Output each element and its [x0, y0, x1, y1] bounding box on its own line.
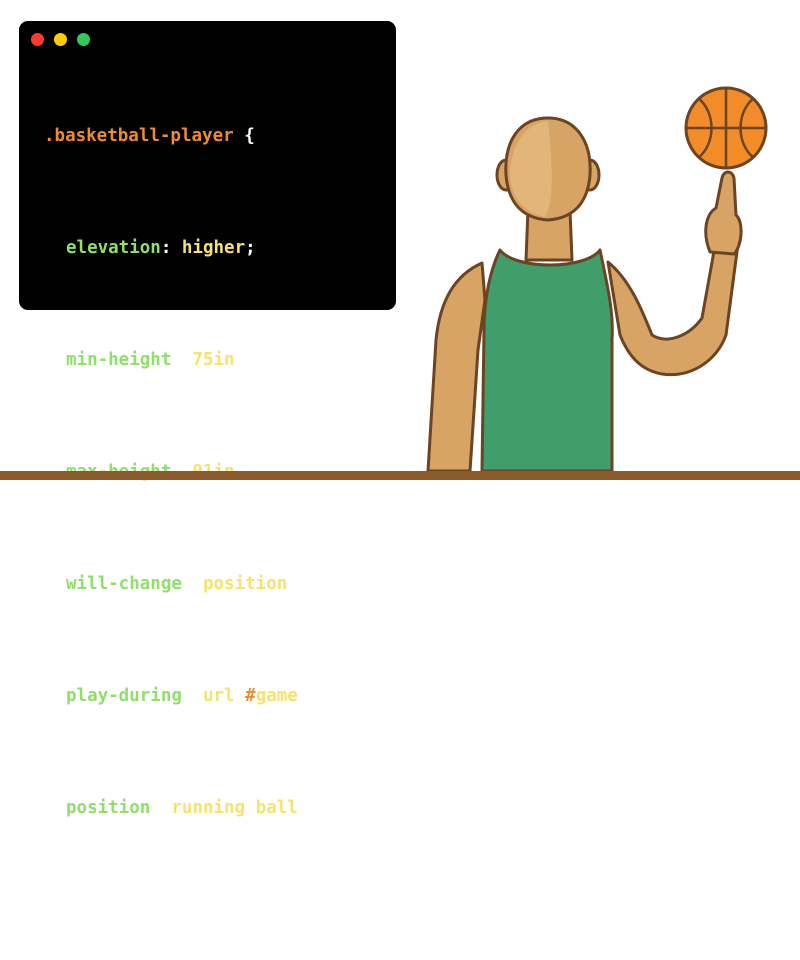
- css-argument: game: [255, 686, 298, 706]
- css-property: position: [66, 798, 151, 818]
- pointing-finger: [704, 170, 743, 256]
- jersey: [480, 248, 614, 473]
- css-hash: #: [245, 686, 256, 706]
- floor: [0, 471, 800, 480]
- css-property: will-change: [66, 574, 182, 594]
- css-argument: ball: [255, 798, 298, 818]
- css-function: url: [202, 686, 235, 706]
- code-line-close: }: [44, 906, 319, 934]
- close-brace: }: [44, 910, 55, 930]
- code-line: play-during: url(#game);: [66, 686, 319, 706]
- code-line: position: running(ball);: [66, 798, 319, 818]
- basketball-icon: [684, 86, 768, 170]
- left-arm: [426, 261, 487, 473]
- basketball-player-illustration: [426, 86, 768, 473]
- css-value: position: [202, 574, 288, 594]
- right-arm: [606, 238, 740, 377]
- css-property: play-during: [66, 686, 182, 706]
- css-function: running: [171, 798, 246, 818]
- code-line: will-change: position;: [66, 574, 298, 594]
